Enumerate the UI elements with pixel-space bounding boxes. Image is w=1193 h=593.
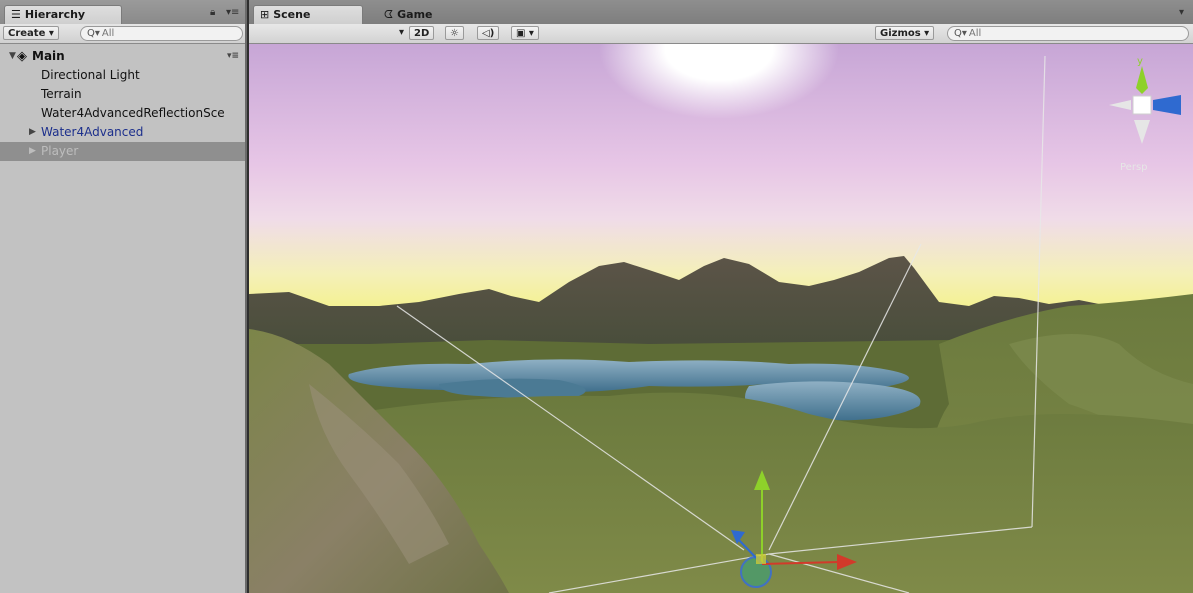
- expand-arrow-icon[interactable]: ▼: [9, 47, 16, 66]
- tab-hierarchy-label: Hierarchy: [24, 8, 86, 21]
- hierarchy-item-terrain[interactable]: Terrain: [0, 85, 245, 104]
- projection-label[interactable]: Persp: [1120, 162, 1148, 173]
- scene-panel: ⊞ Scene ᗧ Game ▾ ▾ 2D ☼ ◁) ▣ ▾ Gizmos ▾ Q▾: [249, 0, 1193, 593]
- grid-icon: ⊞: [260, 8, 270, 21]
- audio-toggle-button[interactable]: ◁): [477, 26, 500, 40]
- unity-scene-icon: ◈: [17, 49, 27, 64]
- expand-arrow-icon[interactable]: ▶: [29, 142, 36, 161]
- hierarchy-search-input[interactable]: [101, 28, 222, 39]
- hierarchy-item-directional-light[interactable]: Directional Light: [0, 66, 245, 85]
- list-icon: ☰: [11, 8, 21, 21]
- panel-menu-icon[interactable]: ▾: [1179, 7, 1184, 18]
- hierarchy-item-label: Water4AdvancedReflectionSce: [41, 106, 225, 120]
- scene-toolbar: ▾ 2D ☼ ◁) ▣ ▾ Gizmos ▾ Q▾: [249, 24, 1193, 44]
- tab-game-label: Game: [397, 8, 433, 21]
- hierarchy-tree: ▼ ◈ Main ▾≡ Directional Light Terrain Wa…: [0, 47, 245, 161]
- effects-dropdown[interactable]: ▣ ▾: [511, 26, 539, 40]
- panel-menu-icon[interactable]: ▾≡: [226, 7, 239, 18]
- hierarchy-toolbar: Create ▾ Q▾: [0, 24, 245, 44]
- scene-search-input[interactable]: [968, 28, 1089, 39]
- sun-icon: ☼: [450, 28, 459, 39]
- scene-search[interactable]: Q▾: [947, 26, 1189, 41]
- hierarchy-item-player[interactable]: ▶ Player: [0, 142, 245, 161]
- scene-render: y: [249, 44, 1193, 593]
- 2d-toggle-button[interactable]: 2D: [409, 26, 435, 40]
- hierarchy-panel: ☰Hierarchy 🔒︎ ▾≡ Create ▾ Q▾ ▼ ◈ Main ▾≡…: [0, 0, 247, 593]
- gizmos-dropdown[interactable]: Gizmos ▾: [875, 26, 935, 40]
- expand-arrow-icon[interactable]: ▶: [29, 123, 36, 142]
- hierarchy-item-water-reflection[interactable]: Water4AdvancedReflectionSce: [0, 104, 245, 123]
- create-button-label: Create: [8, 28, 46, 39]
- tab-hierarchy[interactable]: ☰ Hierarchy: [4, 5, 122, 24]
- hierarchy-tab-bar: ☰ Hierarchy 🔒︎ ▾≡: [0, 0, 245, 25]
- scene-root-row[interactable]: ▼ ◈ Main ▾≡: [0, 47, 245, 66]
- scene-name: Main: [32, 49, 65, 63]
- draw-mode-dropdown[interactable]: ▾: [395, 26, 408, 40]
- tab-scene-label: Scene: [273, 8, 311, 21]
- pacman-icon: ᗧ: [384, 8, 394, 21]
- lock-icon[interactable]: 🔒︎: [210, 7, 215, 18]
- image-icon: ▣: [516, 28, 526, 39]
- scene-viewport[interactable]: y Persp: [249, 44, 1193, 593]
- hierarchy-item-label: Water4Advanced: [41, 125, 144, 139]
- hierarchy-item-label: Player: [41, 144, 79, 158]
- search-icon: Q▾: [954, 28, 967, 39]
- gizmos-label: Gizmos: [880, 28, 921, 39]
- create-button[interactable]: Create ▾: [3, 26, 59, 40]
- lighting-toggle-button[interactable]: ☼: [445, 26, 464, 40]
- search-icon: Q▾: [87, 28, 100, 39]
- hierarchy-search[interactable]: Q▾: [80, 26, 243, 41]
- speaker-icon: ◁): [482, 28, 495, 39]
- 2d-toggle-label: 2D: [414, 28, 430, 39]
- hierarchy-item-water4advanced[interactable]: ▶ Water4Advanced: [0, 123, 245, 142]
- hierarchy-item-label: Terrain: [41, 87, 82, 101]
- tab-game[interactable]: ᗧ Game: [377, 5, 477, 24]
- scene-tab-bar: ⊞ Scene ᗧ Game ▾: [249, 0, 1193, 25]
- gizmo-y-label: y: [1137, 56, 1143, 67]
- hierarchy-item-label: Directional Light: [41, 68, 140, 82]
- scene-menu-icon[interactable]: ▾≡: [227, 47, 239, 66]
- tab-scene[interactable]: ⊞ Scene: [253, 5, 363, 24]
